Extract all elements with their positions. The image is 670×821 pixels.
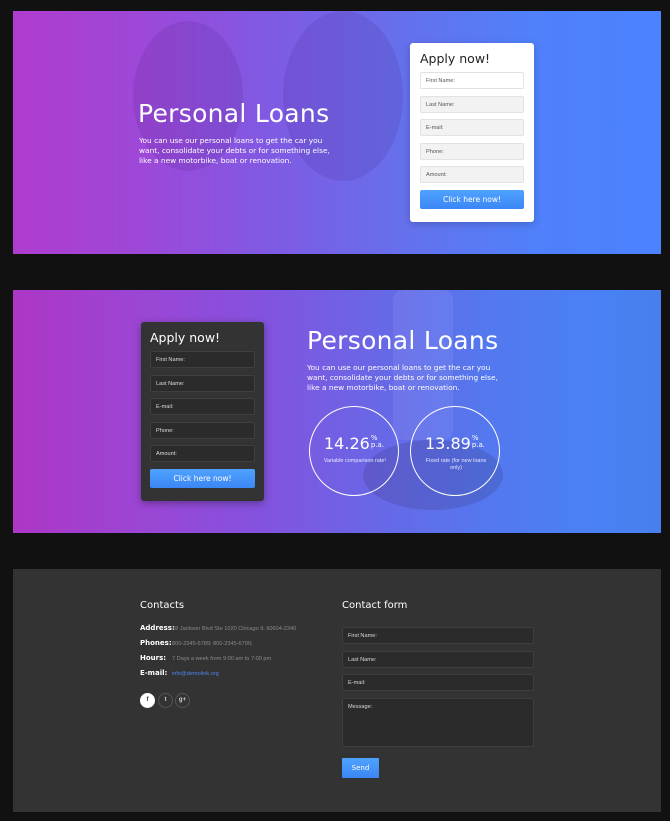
apply-form: Apply now! First Name: Last Name: E-mail… [410,43,534,222]
contact-message-textarea[interactable]: Message: [342,698,534,747]
rate-unit-pa: p.a. [471,441,485,449]
rate-unit: % p.a. [472,435,485,449]
hero-title: Personal Loans [307,326,499,355]
amount-input[interactable]: Amount: [420,166,524,183]
contact-first-name-input[interactable]: First Name: [342,627,534,644]
contact-label: Hours: [140,654,167,662]
amount-input[interactable]: Amount: [150,445,255,462]
apply-form-title: Apply now! [150,330,221,345]
rate-unit: % p.a. [371,435,384,449]
rate-circle-fixed: 13.89% p.a. Fixed rate (for new loans onl… [410,406,500,496]
rate-value: 14.26% p.a. [310,434,398,453]
hero-title: Personal Loans [138,99,330,128]
contact-hours: Hours: 7 Days a week from 9:00 am to 7:00… [140,654,271,662]
contact-address: Address:28 Jackson Blvd Ste 1020 Chicago… [140,624,296,632]
hero-description: You can use our personal loans to get th… [307,363,498,393]
email-input[interactable]: E-mail: [420,119,524,136]
apply-submit-button[interactable]: Click here now! [150,468,255,488]
contacts-footer: Contacts Address:28 Jackson Blvd Ste 102… [13,569,661,812]
rate-value: 13.89% p.a. [411,434,499,453]
contact-value: 800-2345-6789; 800-2345-6790; [172,641,253,647]
apply-form-title: Apply now! [420,51,491,66]
contact-label: Address: [140,624,175,632]
contact-label: E-mail: [140,669,168,677]
facebook-icon[interactable]: f [140,693,155,708]
contact-value: 7 Days a week from 9:00 am to 7:00 pm [172,656,272,662]
contact-email-input[interactable]: E-mail: [342,674,534,691]
rate-label: Fixed rate (for new loans only) [425,458,487,471]
hero-section-dark-form: Apply now! First Name: Last Name: E-mail… [13,290,661,533]
last-name-input[interactable]: Last Name: [150,374,255,392]
google-plus-icon[interactable]: g+ [175,693,190,708]
first-name-input[interactable]: First Name: [150,351,255,368]
contact-phones: Phones:800-2345-6789; 800-2345-6790; [140,639,253,647]
apply-form-dark: Apply now! First Name: Last Name: E-mail… [141,322,264,501]
phone-input[interactable]: Phone: [420,142,524,160]
rate-number: 13.89 [425,434,471,453]
twitter-icon[interactable]: t [158,693,173,708]
contact-form-title: Contact form [342,600,408,611]
contact-last-name-input[interactable]: Last Name: [342,651,534,668]
send-button[interactable]: Send [342,758,379,778]
hero-section-light-form: Personal Loans You can use our personal … [13,11,661,254]
contact-label: Phones: [140,639,172,647]
email-link[interactable]: info@demolink.org [172,671,219,677]
apply-submit-button[interactable]: Click here now! [420,189,524,209]
rate-unit-pa: p.a. [370,441,384,449]
email-input[interactable]: E-mail: [150,398,255,415]
contact-email: E-mail: info@demolink.org [140,669,219,677]
hero-description: You can use our personal loans to get th… [139,136,330,166]
last-name-input[interactable]: Last Name: [420,95,524,113]
rate-label: Variable comparison rate¹ [323,458,387,464]
first-name-input[interactable]: First Name: [420,72,524,89]
phone-input[interactable]: Phone: [150,421,255,439]
contacts-title: Contacts [140,600,185,611]
rate-circle-variable: 14.26% p.a. Variable comparison rate¹ [309,406,399,496]
rate-number: 14.26 [324,434,370,453]
contact-value: 28 Jackson Blvd Ste 1020 Chicago IL 6060… [172,626,297,632]
